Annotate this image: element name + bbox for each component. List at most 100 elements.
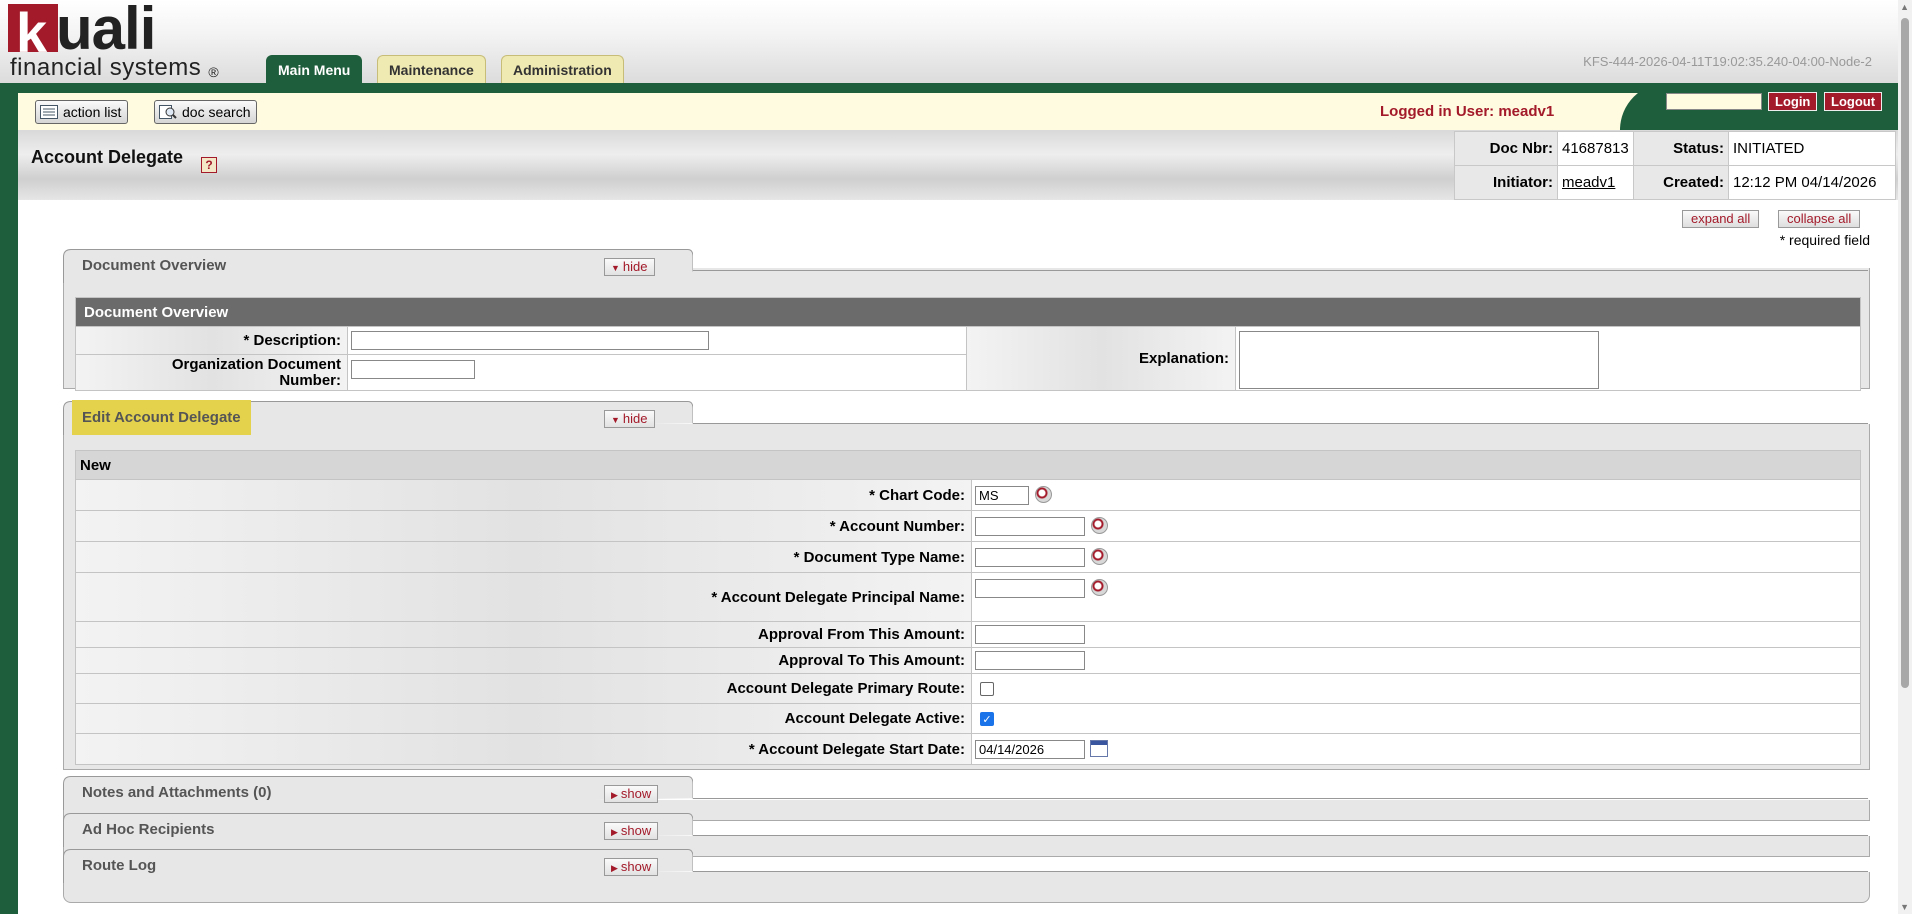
org-doc-number-input[interactable] bbox=[351, 360, 475, 379]
collapse-all-button[interactable]: collapse all bbox=[1778, 210, 1861, 228]
document-overview-header: Document Overview bbox=[75, 297, 1861, 327]
chart-code-cell: MS bbox=[971, 479, 1861, 511]
logout-button[interactable]: Logout bbox=[1824, 92, 1883, 111]
edit-account-delegate-table: New * Chart Code: MS * Account Number: *… bbox=[75, 450, 1861, 765]
notes-attachments-tab: Notes and Attachments (0) ▶ show bbox=[63, 776, 693, 810]
approval-to-input[interactable] bbox=[975, 651, 1085, 670]
ad-hoc-recipients-title: Ad Hoc Recipients bbox=[82, 821, 215, 838]
triangle-right-icon: ▶ bbox=[611, 790, 618, 800]
org-doc-number-label: Organization Document Number: bbox=[75, 354, 348, 391]
scroll-down-arrow-icon[interactable]: ▼ bbox=[1900, 902, 1909, 912]
tab-line bbox=[693, 423, 1868, 424]
expand-all-button[interactable]: expand all bbox=[1682, 210, 1760, 228]
status-label: Status: bbox=[1633, 131, 1729, 166]
description-input[interactable] bbox=[351, 331, 709, 350]
edit-account-delegate-hide-button[interactable]: ▼ hide bbox=[604, 410, 655, 428]
chart-code-input[interactable]: MS bbox=[975, 485, 1029, 505]
tab-line bbox=[693, 270, 1868, 271]
login-button[interactable]: Login bbox=[1768, 92, 1818, 111]
explanation-cell bbox=[1235, 326, 1861, 391]
action-list-icon bbox=[40, 103, 58, 119]
primary-route-label: Account Delegate Primary Route: bbox=[75, 673, 972, 704]
principal-name-label: * Account Delegate Principal Name: bbox=[75, 572, 972, 622]
tab-maintenance[interactable]: Maintenance bbox=[377, 55, 486, 83]
triangle-down-icon: ▼ bbox=[611, 263, 620, 273]
chart-code-label: * Chart Code: bbox=[75, 479, 972, 511]
start-date-label: * Account Delegate Start Date: bbox=[75, 733, 972, 765]
triangle-right-icon: ▶ bbox=[611, 863, 618, 873]
action-list-button[interactable]: action list bbox=[35, 100, 129, 124]
scrollbar-thumb[interactable] bbox=[1901, 18, 1909, 688]
doc-search-icon bbox=[159, 103, 177, 119]
status-value: INITIATED bbox=[1728, 131, 1896, 166]
calendar-icon[interactable] bbox=[1090, 739, 1108, 757]
account-number-cell bbox=[971, 510, 1861, 542]
app-header: k uali financial systems ® Main Menu Mai… bbox=[0, 0, 1912, 83]
scroll-up-arrow-icon[interactable]: ▲ bbox=[1900, 2, 1909, 12]
document-overview-table: Document Overview * Description: Explana… bbox=[75, 297, 1861, 391]
triangle-right-icon: ▶ bbox=[611, 827, 618, 837]
notes-attachments-show-button[interactable]: ▶ show bbox=[604, 785, 659, 803]
triangle-down-icon: ▼ bbox=[611, 415, 620, 425]
document-overview-tab-title: Document Overview bbox=[82, 257, 227, 274]
primary-route-checkbox[interactable] bbox=[980, 682, 994, 697]
header-divider bbox=[0, 83, 1898, 93]
doc-search-button[interactable]: doc search bbox=[154, 100, 258, 124]
initiator-label: Initiator: bbox=[1454, 165, 1558, 200]
created-label: Created: bbox=[1633, 165, 1729, 200]
route-log-show-button[interactable]: ▶ show bbox=[604, 858, 659, 876]
route-log-title: Route Log bbox=[82, 857, 157, 874]
page-title: Account Delegate bbox=[31, 147, 184, 167]
tab-line bbox=[693, 835, 1868, 836]
document-type-name-input[interactable] bbox=[975, 547, 1085, 567]
edit-account-delegate-tab: Edit Account Delegate ▼ hide bbox=[63, 400, 693, 435]
help-icon[interactable]: ? bbox=[201, 157, 217, 173]
document-type-name-cell bbox=[971, 541, 1861, 573]
new-section-header: New bbox=[75, 450, 1861, 480]
document-header-info: Doc Nbr: 41687813 Status: INITIATED Init… bbox=[1454, 131, 1896, 200]
kuali-logo: k uali financial systems ® bbox=[8, 0, 220, 81]
action-list-label: action list bbox=[63, 104, 122, 120]
tab-main-menu[interactable]: Main Menu bbox=[266, 55, 363, 83]
description-label: * Description: bbox=[75, 326, 348, 355]
ad-hoc-recipients-show-button[interactable]: ▶ show bbox=[604, 822, 659, 840]
edit-account-delegate-tab-title: Edit Account Delegate bbox=[72, 400, 251, 435]
active-checkbox[interactable]: ✓ bbox=[980, 712, 994, 727]
backdoor-login-input[interactable] bbox=[1666, 93, 1762, 110]
document-type-lookup-icon[interactable] bbox=[1091, 547, 1108, 565]
document-overview-hide-button[interactable]: ▼ hide bbox=[604, 258, 655, 276]
account-number-lookup-icon[interactable] bbox=[1091, 516, 1108, 534]
chart-code-lookup-icon[interactable] bbox=[1035, 485, 1052, 503]
active-label: Account Delegate Active: bbox=[75, 703, 972, 734]
approval-from-cell bbox=[971, 621, 1861, 648]
principal-name-input[interactable] bbox=[975, 579, 1085, 598]
start-date-input[interactable]: 04/14/2026 bbox=[975, 739, 1085, 759]
doc-nbr-value: 41687813 bbox=[1557, 131, 1634, 166]
left-frame-bar bbox=[0, 83, 18, 914]
approval-to-cell bbox=[971, 647, 1861, 674]
document-type-name-label: * Document Type Name: bbox=[75, 541, 972, 573]
node-identifier: KFS-444-2026-04-11T19:02:35.240-04:00-No… bbox=[1583, 54, 1872, 69]
approval-from-input[interactable] bbox=[975, 625, 1085, 644]
primary-route-cell bbox=[971, 673, 1861, 704]
explanation-label: Explanation: bbox=[966, 326, 1236, 391]
account-number-label: * Account Number: bbox=[75, 510, 972, 542]
tab-line bbox=[693, 798, 1868, 799]
toolbar bbox=[18, 93, 1898, 130]
principal-lookup-icon[interactable] bbox=[1091, 579, 1108, 596]
account-number-input[interactable] bbox=[975, 516, 1085, 536]
route-log-tab: Route Log ▶ show bbox=[63, 849, 693, 883]
principal-name-cell bbox=[971, 572, 1861, 622]
required-field-note: * required field bbox=[1779, 232, 1870, 248]
tab-administration[interactable]: Administration bbox=[501, 55, 624, 83]
notes-attachments-title: Notes and Attachments (0) bbox=[82, 784, 272, 801]
doc-search-label: doc search bbox=[182, 104, 251, 120]
ad-hoc-recipients-tab: Ad Hoc Recipients ▶ show bbox=[63, 813, 693, 847]
initiator-link[interactable]: meadv1 bbox=[1557, 165, 1634, 200]
vertical-scrollbar[interactable]: ▲ ▼ bbox=[1898, 0, 1912, 914]
org-doc-number-cell bbox=[347, 354, 967, 391]
approval-to-label: Approval To This Amount: bbox=[75, 647, 972, 674]
approval-from-label: Approval From This Amount: bbox=[75, 621, 972, 648]
tab-line bbox=[693, 871, 1868, 872]
explanation-textarea[interactable] bbox=[1239, 330, 1599, 389]
